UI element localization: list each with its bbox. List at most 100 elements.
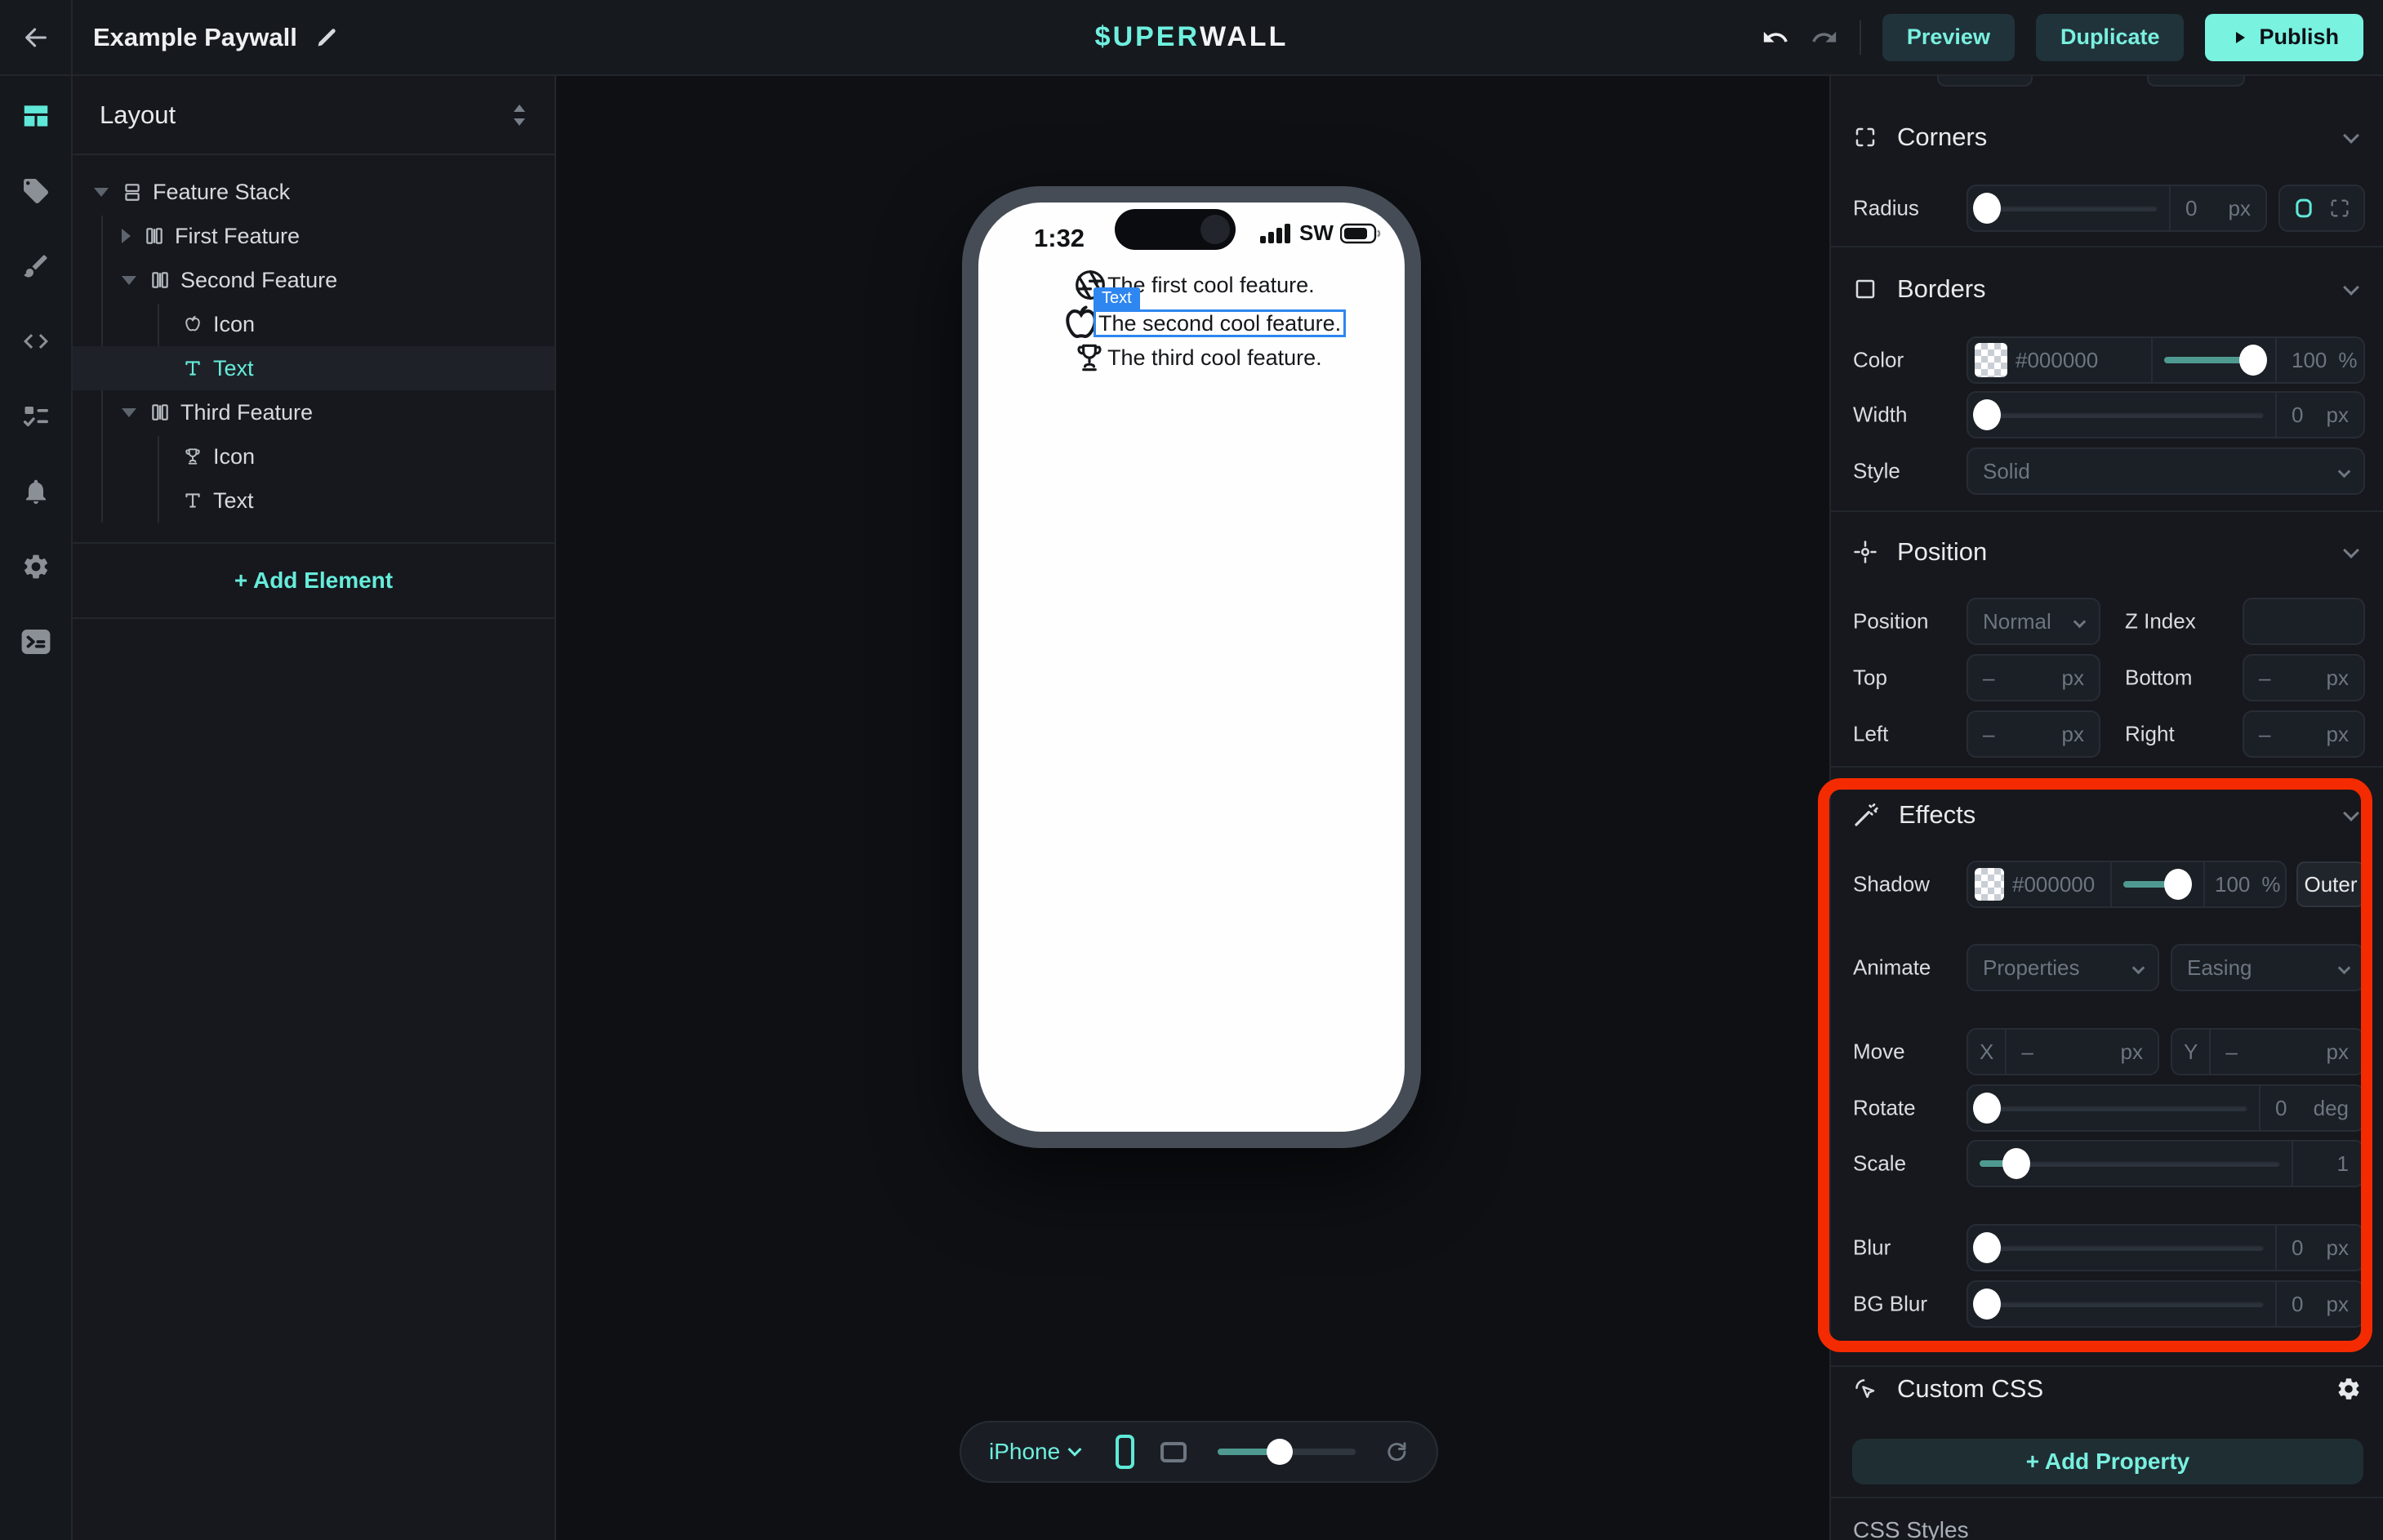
shadow-mode-button[interactable]: Outer [2296, 861, 2365, 907]
nav-brush-icon[interactable] [20, 251, 51, 282]
portrait-orientation-button[interactable] [1116, 1435, 1134, 1469]
canvas[interactable]: 1:32 SW The first cool feature. Text The… [556, 76, 1829, 1540]
preview-button[interactable]: Preview [1882, 14, 2015, 61]
tree-item-feature-stack[interactable]: Feature Stack [73, 170, 555, 214]
bg-blur-slider[interactable] [1968, 1282, 2275, 1326]
chevron-down-icon[interactable] [2343, 805, 2359, 821]
right-label: Right [2125, 722, 2175, 747]
shadow-opacity-value[interactable]: 100% [2205, 872, 2285, 897]
tree-item-third-feature[interactable]: Third Feature [73, 390, 555, 434]
undo-icon[interactable] [1762, 24, 1789, 51]
caret-right-icon[interactable] [122, 229, 131, 243]
scale-slider[interactable] [1968, 1142, 2292, 1186]
slider-thumb[interactable] [1973, 1289, 2001, 1320]
nav-checklist-icon[interactable] [20, 401, 51, 432]
move-label: Move [1853, 1039, 1905, 1065]
blur-value[interactable]: 0px [2277, 1235, 2363, 1261]
actions-divider [1860, 20, 1861, 55]
move-y-input[interactable]: Y –px [2171, 1028, 2365, 1075]
zindex-input[interactable] [2243, 598, 2365, 645]
shadow-hex-input[interactable]: #000000 [2012, 872, 2110, 897]
color-hex-input[interactable]: #000000 [2016, 348, 2151, 373]
corners-section-header[interactable]: Corners [1853, 121, 1987, 154]
move-x-input[interactable]: X –px [1967, 1028, 2159, 1075]
bottom-input[interactable]: –px [2243, 654, 2365, 701]
rotate-slider[interactable] [1968, 1086, 2259, 1130]
scale-value[interactable]: 1 [2293, 1151, 2363, 1177]
effects-section-header[interactable]: Effects [1853, 799, 1975, 831]
chevron-down-icon[interactable] [2343, 279, 2359, 296]
nav-layout-icon[interactable] [20, 100, 51, 131]
blur-label: Blur [1853, 1235, 1891, 1261]
magic-wand-icon [1853, 802, 1879, 828]
slider-thumb[interactable] [1973, 1093, 2001, 1124]
caret-down-icon[interactable] [122, 276, 136, 285]
borders-section-header[interactable]: Borders [1853, 273, 1986, 305]
edit-pencil-icon[interactable] [315, 26, 338, 49]
redo-icon[interactable] [1811, 24, 1838, 51]
per-corner-radius-icon[interactable] [2328, 197, 2351, 220]
shadow-opacity-slider[interactable] [2112, 862, 2203, 906]
slider-thumb[interactable] [1973, 193, 2001, 224]
feature-row-3[interactable]: The third cool feature. [1071, 340, 1322, 376]
animate-properties-select[interactable]: Properties [1967, 944, 2159, 991]
color-swatch[interactable] [1975, 343, 2007, 377]
position-section-header[interactable]: Position [1853, 536, 1987, 568]
chevron-down-icon[interactable] [2343, 542, 2359, 559]
selected-text-element[interactable]: The second cool feature. [1094, 309, 1346, 337]
css-settings-gear-icon[interactable] [2336, 1376, 2362, 1402]
section-divider [1831, 246, 2383, 247]
radius-slider[interactable] [1968, 186, 2169, 230]
add-element-button[interactable]: + Add Element [73, 544, 555, 617]
duplicate-button[interactable]: Duplicate [2036, 14, 2185, 61]
nav-terminal-icon[interactable] [20, 626, 51, 657]
rotate-value[interactable]: 0deg [2261, 1096, 2363, 1121]
caret-down-icon[interactable] [122, 408, 136, 417]
nav-code-icon[interactable] [20, 326, 51, 357]
slider-thumb[interactable] [1973, 1232, 2001, 1263]
right-input[interactable]: –px [2243, 710, 2365, 758]
nav-tag-icon[interactable] [20, 176, 51, 207]
bg-blur-value[interactable]: 0px [2277, 1292, 2363, 1317]
landscape-orientation-button[interactable] [1160, 1442, 1187, 1462]
radius-value[interactable]: 0px [2171, 196, 2265, 221]
sort-toggle-icon[interactable] [510, 103, 528, 127]
position-mode-select[interactable]: Normal [1967, 598, 2100, 645]
chevron-down-icon[interactable] [2343, 127, 2359, 144]
refresh-icon[interactable] [1385, 1438, 1409, 1466]
slider-thumb[interactable] [2164, 869, 2192, 900]
tree-item-icon-trophy[interactable]: Icon [73, 434, 555, 478]
border-opacity-slider[interactable] [2153, 338, 2275, 382]
add-property-button[interactable]: + Add Property [1852, 1439, 2363, 1484]
shadow-color-swatch[interactable] [1975, 868, 2004, 901]
border-opacity-value[interactable]: 100% [2277, 348, 2363, 373]
slider-thumb[interactable] [1267, 1439, 1293, 1465]
slider-thumb[interactable] [2239, 345, 2267, 376]
device-select[interactable]: iPhone [989, 1439, 1080, 1465]
scale-control: 1 [1967, 1140, 2365, 1187]
tree-item-second-feature[interactable]: Second Feature [73, 258, 555, 302]
border-width-slider[interactable] [1968, 393, 2275, 437]
zoom-slider[interactable] [1218, 1435, 1356, 1468]
uniform-radius-icon[interactable] [2292, 197, 2315, 220]
tree-item-text[interactable]: Text [73, 478, 555, 523]
custom-css-section-header[interactable]: Custom CSS [1853, 1373, 2043, 1405]
top-input[interactable]: –px [1967, 654, 2100, 701]
animate-easing-select[interactable]: Easing [2171, 944, 2365, 991]
phone-screen[interactable]: 1:32 SW The first cool feature. Text The… [978, 203, 1405, 1132]
publish-button[interactable]: Publish [2205, 14, 2363, 61]
tree-item-text-selected[interactable]: Text [73, 346, 555, 390]
zindex-label: Z Index [2125, 609, 2196, 634]
nav-settings-icon[interactable] [20, 551, 51, 582]
slider-thumb[interactable] [2002, 1148, 2030, 1179]
tree-item-first-feature[interactable]: First Feature [73, 214, 555, 258]
border-style-select[interactable]: Solid [1967, 447, 2365, 495]
tree-item-icon-apple[interactable]: Icon [73, 302, 555, 346]
slider-thumb[interactable] [1973, 399, 2001, 430]
caret-down-icon[interactable] [94, 188, 109, 197]
nav-notifications-icon[interactable] [20, 476, 51, 507]
left-input[interactable]: –px [1967, 710, 2100, 758]
back-button[interactable] [0, 0, 73, 74]
blur-slider[interactable] [1968, 1226, 2275, 1270]
border-width-value[interactable]: 0px [2277, 403, 2363, 428]
